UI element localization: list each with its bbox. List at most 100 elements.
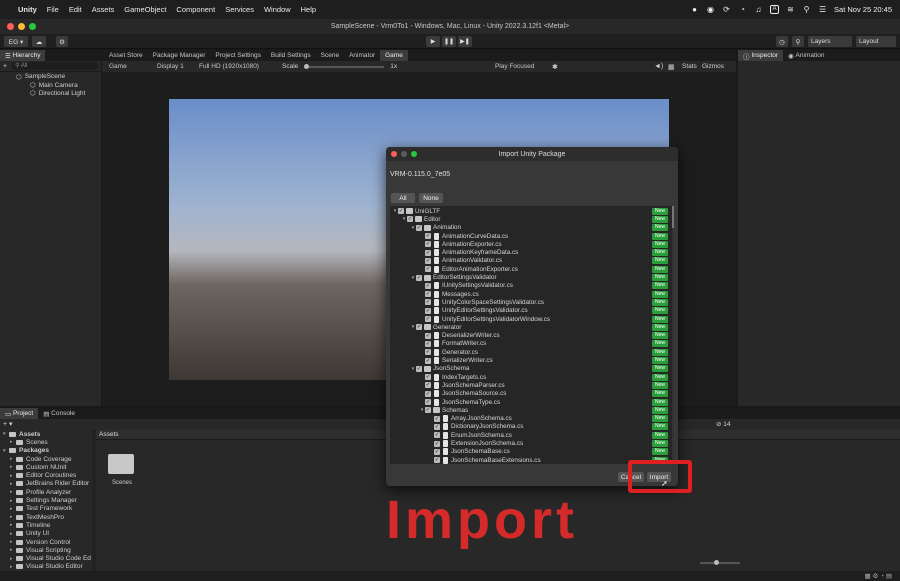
file-row[interactable]: ✓ EnumJsonSchema.cs	[390, 431, 670, 439]
tab-animation[interactable]: ◉ Animation	[783, 50, 829, 61]
tab-asset-store[interactable]: Asset Store	[104, 50, 148, 61]
file-checkbox[interactable]: ✓	[416, 324, 422, 331]
headphones-icon[interactable]: ♫	[754, 5, 763, 14]
file-row[interactable]: ▾ ✓ Generator	[390, 323, 670, 331]
history-icon[interactable]: ◷	[776, 36, 788, 47]
tab-animator[interactable]: Animator	[344, 50, 380, 61]
file-checkbox[interactable]: ✓	[398, 208, 404, 215]
project-tree-item[interactable]: ▸ Editor Coroutines	[0, 471, 92, 479]
menu-edit[interactable]: Edit	[69, 5, 82, 14]
tab-scene[interactable]: Scene	[316, 50, 344, 61]
project-tree-item[interactable]: ▸ Unity UI	[0, 530, 92, 538]
project-tree-item[interactable]: ▾ Assets	[0, 430, 92, 438]
sync-icon[interactable]: ⟳	[722, 5, 731, 14]
file-checkbox[interactable]: ✓	[425, 407, 431, 414]
file-row[interactable]: ▾ ✓ Schemas	[390, 406, 670, 414]
project-tree-item[interactable]: ▸ JetBrains Rider Editor	[0, 480, 92, 488]
gizmos-dropdown[interactable]: Gizmos	[702, 63, 724, 70]
menu-window[interactable]: Window	[264, 5, 291, 14]
dialog-zoom-button[interactable]	[411, 151, 417, 157]
file-checkbox[interactable]: ✓	[416, 274, 422, 281]
file-row[interactable]: ✓ AnimationCurveData.cs	[390, 232, 670, 240]
menu-services[interactable]: Services	[225, 5, 254, 14]
file-row[interactable]: ✓ AnimationValidator.cs	[390, 257, 670, 265]
file-checkbox[interactable]: ✓	[434, 457, 440, 464]
search-icon[interactable]: ⚲	[802, 5, 811, 14]
project-tree-item[interactable]: ▸ Scenes	[0, 438, 92, 446]
wifi-icon[interactable]: ≋	[786, 5, 795, 14]
hierarchy-item-directional-light[interactable]: ⬡ Directional Light	[0, 89, 101, 98]
scale-slider-thumb[interactable]	[304, 63, 310, 69]
project-tree-item[interactable]: ▸ Visual Studio Editor	[0, 563, 92, 571]
file-row[interactable]: ▾ ✓ EditorSettingsValidator	[390, 273, 670, 281]
file-checkbox[interactable]: ✓	[416, 224, 422, 231]
tab-build-settings[interactable]: Build Settings	[266, 50, 316, 61]
file-checkbox[interactable]: ✓	[425, 266, 431, 273]
project-tree-item[interactable]: ▸ Test Framework	[0, 505, 92, 513]
file-row[interactable]: ▾ ✓ Animation	[390, 224, 670, 232]
file-row[interactable]: ✓ UnityEditorSettingsValidator.cs	[390, 307, 670, 315]
file-row[interactable]: ✓ JsonSchemaSource.cs	[390, 390, 670, 398]
file-checkbox[interactable]: ✓	[425, 390, 431, 397]
scene-root[interactable]: ⬡ SampleScene	[0, 72, 101, 81]
history-icon[interactable]: ◔	[738, 5, 747, 14]
cloud-icon[interactable]: ☁	[32, 36, 46, 47]
file-row[interactable]: ✓ IUnitySettingsValidator.cs	[390, 282, 670, 290]
file-checkbox[interactable]: ✓	[425, 374, 431, 381]
menu-unity[interactable]: Unity	[18, 5, 37, 14]
tab-project-settings[interactable]: Project Settings	[210, 50, 266, 61]
add-icon[interactable]: + ▾	[3, 420, 13, 428]
file-row[interactable]: ✓ IndexTargets.cs	[390, 373, 670, 381]
dialog-minimize-button[interactable]	[401, 151, 407, 157]
file-checkbox[interactable]: ✓	[425, 241, 431, 248]
file-list-scrollbar[interactable]	[672, 206, 674, 464]
file-row[interactable]: ✓ DeserializerWriter.cs	[390, 332, 670, 340]
file-checkbox[interactable]: ✓	[425, 249, 431, 256]
menu-file[interactable]: File	[47, 5, 59, 14]
file-row[interactable]: ✓ AnimationKeyframeData.cs	[390, 249, 670, 257]
zoom-window-button[interactable]	[29, 23, 36, 30]
file-row[interactable]: ✓ DictionaryJsonSchema.cs	[390, 423, 670, 431]
file-row[interactable]: ✓ JsonSchemaType.cs	[390, 398, 670, 406]
account-dropdown[interactable]: EG ▾	[4, 36, 28, 47]
menu-component[interactable]: Component	[176, 5, 215, 14]
file-row[interactable]: ▾ ✓ Editor	[390, 215, 670, 223]
game-mode-dropdown[interactable]: Game	[104, 61, 152, 72]
file-checkbox[interactable]: ✓	[425, 316, 431, 323]
file-checkbox[interactable]: ✓	[434, 440, 440, 447]
file-row[interactable]: ✓ UnityColorSpaceSettingsValidator.cs	[390, 298, 670, 306]
icon-size-slider[interactable]	[700, 560, 740, 565]
project-tree-item[interactable]: ▸ Version Control	[0, 538, 92, 546]
control-center-icon[interactable]: ☰	[818, 5, 827, 14]
file-checkbox[interactable]: ✓	[425, 340, 431, 347]
stats-button[interactable]: Stats	[682, 63, 697, 70]
project-tree-item[interactable]: ▸ Timeline	[0, 521, 92, 529]
file-checkbox[interactable]: ✓	[434, 432, 440, 439]
tab-hierarchy[interactable]: ☰ Hierarchy	[0, 50, 46, 61]
bug-icon[interactable]: ✱	[552, 63, 558, 71]
project-tree-item[interactable]: ▸ TextMeshPro	[0, 513, 92, 521]
hierarchy-search-input[interactable]: ⚲ All	[11, 62, 98, 70]
pause-button[interactable]: ❚❚	[442, 36, 456, 47]
layout-dropdown[interactable]: Layout	[856, 36, 896, 47]
icon-size-slider-thumb[interactable]	[714, 560, 719, 565]
file-checkbox[interactable]: ✓	[425, 382, 431, 389]
play-button[interactable]: ▶	[426, 36, 440, 47]
file-row[interactable]: ✓ JsonSchemaParser.cs	[390, 381, 670, 389]
file-checkbox[interactable]: ✓	[425, 332, 431, 339]
select-all-button[interactable]: All	[391, 193, 415, 203]
tab-inspector[interactable]: ⓘ Inspector	[738, 50, 784, 61]
add-icon[interactable]: +	[3, 63, 7, 70]
tree-scrollbar[interactable]	[92, 430, 96, 571]
dialog-close-button[interactable]	[391, 151, 397, 157]
file-row[interactable]: ✓ SerializerWriter.cs	[390, 356, 670, 365]
speaker-icon[interactable]: ◄)	[654, 63, 663, 70]
file-checkbox[interactable]: ✓	[425, 349, 431, 356]
file-checkbox[interactable]: ✓	[434, 423, 440, 430]
file-checkbox[interactable]: ✓	[434, 415, 440, 422]
file-row[interactable]: ✓ AnimationExporter.cs	[390, 240, 670, 248]
menu-assets[interactable]: Assets	[92, 5, 115, 14]
file-row[interactable]: ✓ JsonSchemaBase.cs	[390, 448, 670, 456]
file-checkbox[interactable]: ✓	[425, 357, 431, 364]
file-checkbox[interactable]: ✓	[407, 216, 413, 223]
